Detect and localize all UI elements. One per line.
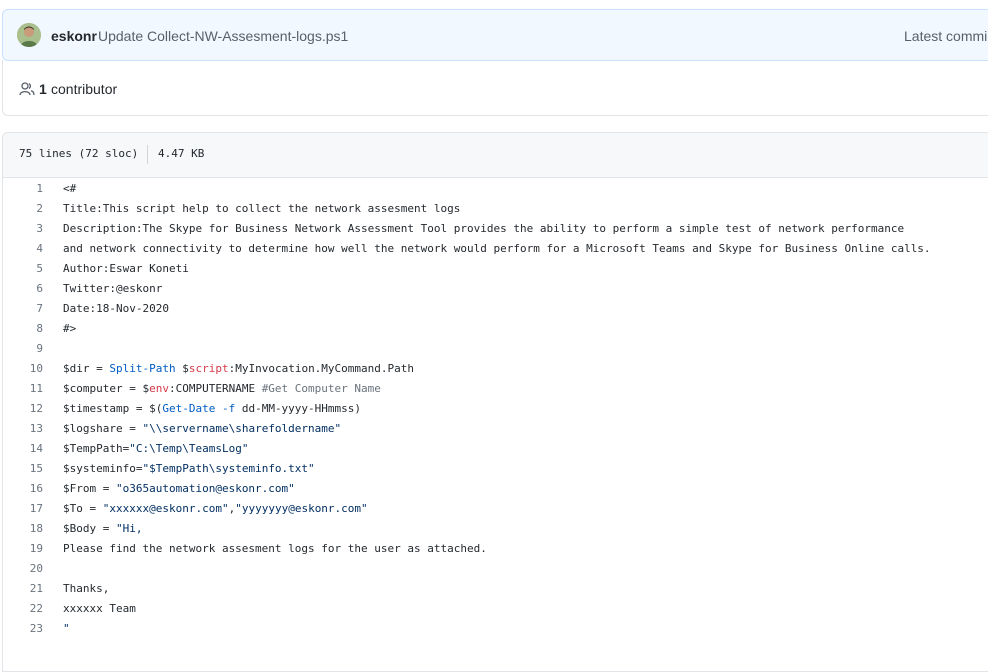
code-line: 2 Title:This script help to collect the n…: [3, 199, 988, 219]
contributors-bar: 1 contributor: [2, 60, 988, 116]
code-text: Please find the network assesment logs f…: [63, 542, 487, 555]
line-number[interactable]: 8: [3, 319, 43, 339]
line-number[interactable]: 23: [3, 619, 43, 639]
code-line: 16 $From = "o365automation@eskonr.com": [3, 479, 988, 499]
commit-message-link[interactable]: Update Collect-NW-Assesment-logs.ps1: [98, 28, 348, 44]
contributor-label[interactable]: contributor: [51, 81, 117, 97]
code-text: #>: [63, 322, 77, 335]
author-avatar[interactable]: [17, 23, 41, 47]
code-text: Description:The Skype for Business Netwo…: [63, 222, 905, 235]
code-text: $systeminfo="$TempPath\systeminfo.txt": [63, 462, 315, 475]
file-viewer: 75 lines (72 sloc) 4.47 KB 1 <# 2 Title:Thi…: [2, 132, 988, 672]
file-info-divider: [147, 145, 148, 164]
code-text: $From = "o365automation@eskonr.com": [63, 482, 295, 495]
code-line: 19 Please find the network assesment logs…: [3, 539, 988, 559]
line-number[interactable]: 11: [3, 379, 43, 399]
line-number[interactable]: 5: [3, 259, 43, 279]
code-line: 18 $Body = "Hi,: [3, 519, 988, 539]
line-number[interactable]: 21: [3, 579, 43, 599]
line-number[interactable]: 15: [3, 459, 43, 479]
code-text: $dir = Split-Path $script:MyInvocation.M…: [63, 362, 415, 375]
code-line: 17 $To = "xxxxxx@eskonr.com","yyyyyyy@esk…: [3, 499, 988, 519]
line-number[interactable]: 7: [3, 299, 43, 319]
code-text: xxxxxx Team: [63, 602, 136, 615]
code-text: $To = "xxxxxx@eskonr.com","yyyyyyy@eskon…: [63, 502, 368, 515]
code-line: 4 and network connectivity to determine h…: [3, 239, 988, 259]
file-size: 4.47 KB: [158, 147, 205, 160]
code-text: $TempPath="C:\Temp\TeamsLog": [63, 442, 249, 455]
file-info-header: 75 lines (72 sloc) 4.47 KB: [3, 133, 988, 178]
code-text: ": [63, 622, 70, 635]
code-line: 3 Description:The Skype for Business Netw…: [3, 219, 988, 239]
line-number[interactable]: 22: [3, 599, 43, 619]
line-number[interactable]: 13: [3, 419, 43, 439]
code-text: <#: [63, 182, 77, 195]
code-line: 13 $logshare = "\\servername\sharefoldern…: [3, 419, 988, 439]
line-number[interactable]: 6: [3, 279, 43, 299]
code-line: 9: [3, 339, 988, 359]
file-line-count: 75 lines (72 sloc): [19, 147, 139, 160]
line-number[interactable]: 19: [3, 539, 43, 559]
line-number[interactable]: 3: [3, 219, 43, 239]
code-text: Date:18-Nov-2020: [63, 302, 169, 315]
line-number[interactable]: 2: [3, 199, 43, 219]
latest-commit-bar: eskonr Update Collect-NW-Assesment-logs.…: [2, 9, 988, 61]
line-number[interactable]: 12: [3, 399, 43, 419]
code-line: 15 $systeminfo="$TempPath\systeminfo.txt": [3, 459, 988, 479]
code-line: 11 $computer = $env:COMPUTERNAME #Get Com…: [3, 379, 988, 399]
code-line: 22 xxxxxx Team: [3, 599, 988, 619]
code-line: 20: [3, 559, 988, 579]
line-number[interactable]: 17: [3, 499, 43, 519]
code-line: 23 ": [3, 619, 988, 639]
code-text: Title:This script help to collect the ne…: [63, 202, 461, 215]
code-line: 21 Thanks,: [3, 579, 988, 599]
code-text: $timestamp = $(Get-Date -f dd-MM-yyyy-HH…: [63, 402, 362, 415]
code-line: 12 $timestamp = $(Get-Date -f dd-MM-yyyy-…: [3, 399, 988, 419]
code-line: 1 <#: [3, 179, 988, 199]
line-number[interactable]: 4: [3, 239, 43, 259]
code-text: $computer = $env:COMPUTERNAME #Get Compu…: [63, 382, 381, 395]
people-icon: [19, 82, 35, 96]
line-number[interactable]: 16: [3, 479, 43, 499]
code-line: 10 $dir = Split-Path $script:MyInvocation…: [3, 359, 988, 379]
code-text: Thanks,: [63, 582, 110, 595]
code-line: 8 #>: [3, 319, 988, 339]
code-line: 14 $TempPath="C:\Temp\TeamsLog": [3, 439, 988, 459]
code-line: 6 Twitter:@eskonr: [3, 279, 988, 299]
commit-author-link[interactable]: eskonr: [51, 28, 97, 44]
line-number[interactable]: 1: [3, 179, 43, 199]
contributor-count[interactable]: 1: [39, 81, 47, 97]
latest-commit-link[interactable]: Latest commi: [904, 28, 987, 44]
avatar-image: [17, 23, 41, 47]
code-text: $logshare = "\\servername\sharefoldernam…: [63, 422, 342, 435]
line-number[interactable]: 10: [3, 359, 43, 379]
code-text: $Body = "Hi,: [63, 522, 143, 535]
code-text: Author:Eswar Koneti: [63, 262, 189, 275]
code-text: and network connectivity to determine ho…: [63, 242, 931, 255]
line-number[interactable]: 18: [3, 519, 43, 539]
line-number[interactable]: 9: [3, 339, 43, 359]
code-line: 5 Author:Eswar Koneti: [3, 259, 988, 279]
line-number[interactable]: 20: [3, 559, 43, 579]
code-line: 7 Date:18-Nov-2020: [3, 299, 988, 319]
line-number[interactable]: 14: [3, 439, 43, 459]
code-text: Twitter:@eskonr: [63, 282, 163, 295]
